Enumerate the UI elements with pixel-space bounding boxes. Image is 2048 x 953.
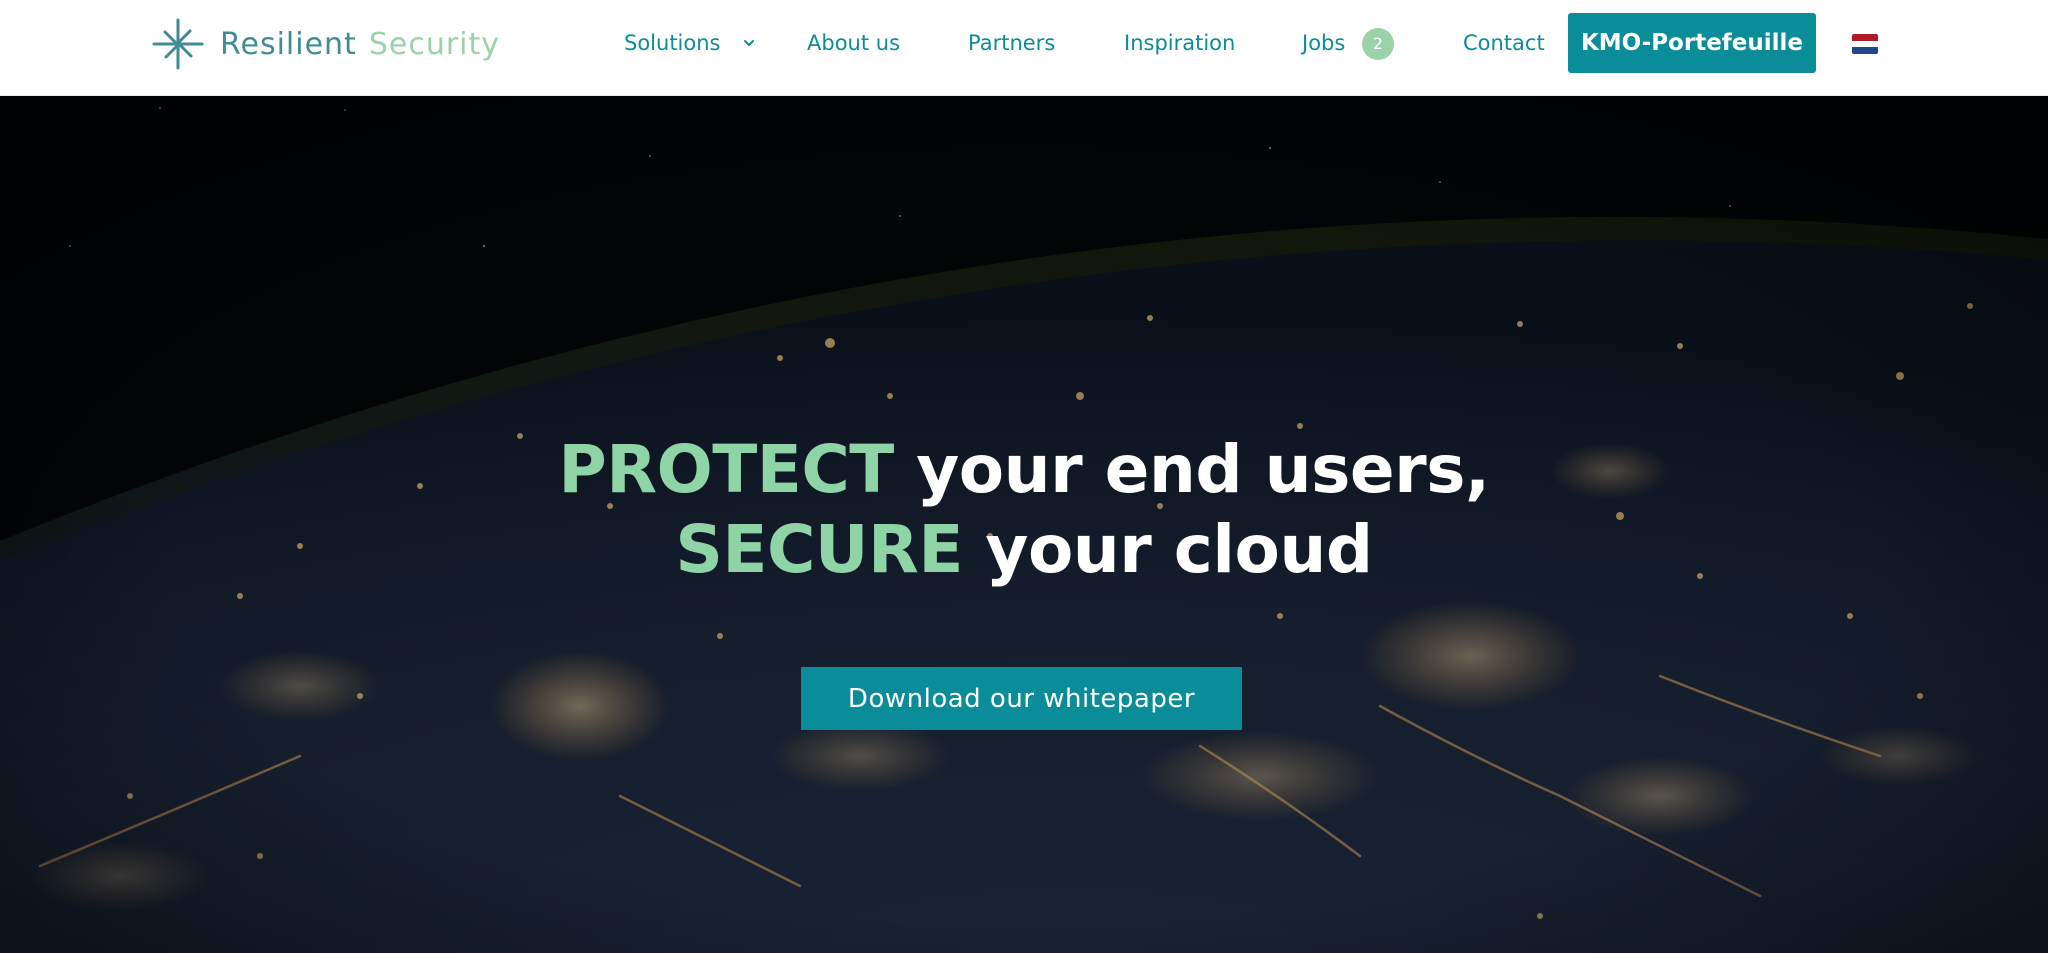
brand-name-part1: Resilient <box>220 26 357 62</box>
hero-accent-secure: SECURE <box>675 511 963 588</box>
nav-jobs[interactable]: Jobs <box>1302 26 1345 60</box>
hero-line1-text: your end users, <box>916 431 1490 508</box>
pinwheel-logo-icon <box>152 18 204 70</box>
download-whitepaper-button[interactable]: Download our whitepaper <box>801 667 1242 730</box>
site-header: Resilient Security Solutions About us Par… <box>0 0 2048 96</box>
hero-accent-protect: PROTECT <box>558 431 894 508</box>
nav-about[interactable]: About us <box>807 26 900 60</box>
brand-logo[interactable]: Resilient Security <box>150 16 500 72</box>
brand-name-part2: Security <box>368 26 501 62</box>
hero-line2-text: your cloud <box>985 511 1373 588</box>
nav-solutions[interactable]: Solutions <box>624 26 721 60</box>
hero-headline: PROTECT your end users, SECURE your clou… <box>0 430 2048 590</box>
chevron-down-icon[interactable] <box>742 30 756 56</box>
jobs-count-badge: 2 <box>1362 28 1394 60</box>
hero-headline-line1: PROTECT your end users, <box>0 430 2048 510</box>
kmo-portefeuille-button[interactable]: KMO-Portefeuille <box>1568 13 1816 73</box>
nav-partners[interactable]: Partners <box>968 26 1055 60</box>
brand-name: Resilient Security <box>220 27 500 62</box>
hero-headline-line2: SECURE your cloud <box>0 510 2048 590</box>
dutch-flag-icon[interactable] <box>1852 34 1878 54</box>
nav-inspiration[interactable]: Inspiration <box>1124 26 1235 60</box>
nav-contact[interactable]: Contact <box>1463 26 1545 60</box>
hero-section: PROTECT your end users, SECURE your clou… <box>0 96 2048 953</box>
